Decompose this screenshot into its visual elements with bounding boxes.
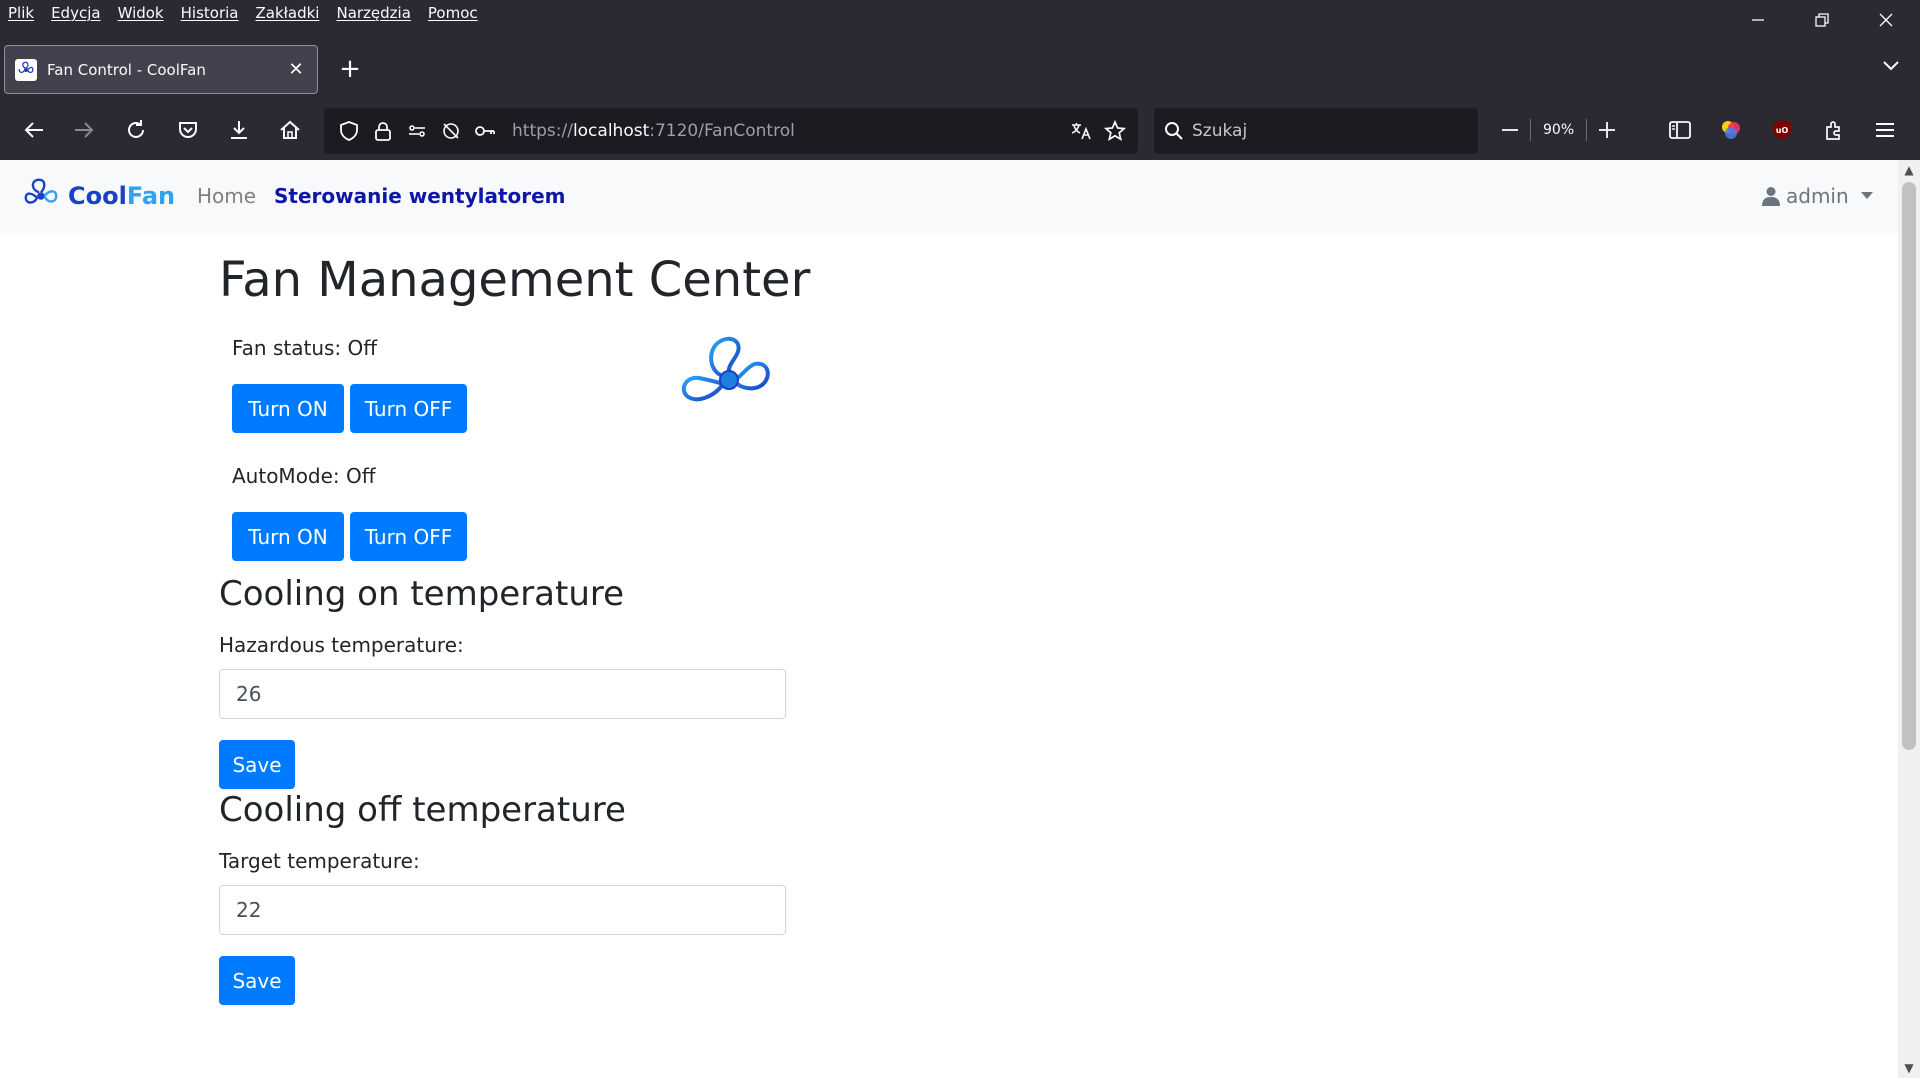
fan-turn-on-button[interactable]: Turn ON [232, 384, 344, 433]
fan-illustration-icon [681, 336, 770, 402]
menu-zakladki[interactable]: Zakładki [255, 4, 319, 22]
forward-arrow-icon [75, 122, 94, 138]
tab-fan-control[interactable]: Fan Control - CoolFan ✕ [4, 45, 318, 94]
cooling-off-heading: Cooling off temperature [219, 790, 626, 830]
zoom-level[interactable]: 90% [1530, 119, 1588, 141]
extensions-button[interactable] [1814, 110, 1854, 150]
caret-down-icon [1860, 192, 1873, 199]
home-icon [280, 120, 300, 139]
brand-fan: Fan [126, 182, 176, 210]
scroll-up-icon[interactable]: ▲ [1898, 160, 1920, 180]
hazardous-temperature-label: Hazardous temperature: [219, 633, 464, 657]
page-viewport: CoolFan Home Sterowanie wentylatorem adm… [0, 160, 1898, 1078]
hazardous-temperature-input[interactable] [219, 669, 786, 719]
back-button[interactable] [14, 110, 54, 150]
menu-bar: Plik Edycja Widok Historia Zakładki Narz… [0, 0, 1920, 26]
restore-button[interactable] [1790, 0, 1854, 40]
menu-narzedzia[interactable]: Narzędzia [336, 4, 410, 22]
url-scheme: https:// [512, 121, 573, 141]
scroll-down-icon[interactable]: ▼ [1898, 1058, 1920, 1078]
fan-favicon-icon [15, 58, 37, 81]
reload-icon [128, 120, 144, 138]
zoom-out-button[interactable] [1490, 110, 1530, 150]
target-temperature-input[interactable] [219, 885, 786, 935]
pocket-button[interactable] [168, 110, 208, 150]
url-host: localhost [572, 121, 650, 141]
automode-turn-on-button[interactable]: Turn ON [232, 512, 344, 561]
ublock-button[interactable]: uO [1762, 110, 1802, 150]
plus-icon [1599, 122, 1616, 138]
back-arrow-icon [24, 122, 43, 138]
brand-link[interactable]: CoolFan [22, 176, 175, 216]
automode-turn-off-button[interactable]: Turn OFF [350, 512, 467, 561]
save-target-button[interactable]: Save [219, 956, 295, 1005]
coolfan-logo-icon [24, 178, 58, 204]
browser-chrome: Plik Edycja Widok Historia Zakładki Narz… [0, 0, 1920, 160]
menu-pomoc[interactable]: Pomoc [428, 4, 478, 22]
minimize-icon [1752, 19, 1764, 21]
svg-text:uO: uO [1776, 126, 1789, 135]
forward-button[interactable] [64, 110, 104, 150]
close-window-button[interactable] [1854, 0, 1918, 40]
automode-status-text: AutoMode: Off [232, 464, 376, 488]
reload-button[interactable] [116, 110, 156, 150]
zoom-in-button[interactable] [1587, 110, 1627, 150]
minus-icon [1502, 129, 1518, 131]
shield-icon[interactable] [332, 114, 366, 148]
nav-home-link[interactable]: Home [197, 184, 256, 208]
restore-icon [1815, 13, 1829, 27]
zoom-controls: 90% [1490, 110, 1627, 150]
menu-plik[interactable]: Plik [8, 4, 34, 22]
address-bar[interactable]: https://localhost:7120/FanControl [324, 108, 1138, 154]
url-text[interactable]: https://localhost:7120/FanControl [512, 121, 1064, 141]
fan-turn-off-button[interactable]: Turn OFF [350, 384, 467, 433]
target-temperature-label: Target temperature: [219, 849, 420, 873]
cooling-on-heading: Cooling on temperature [219, 574, 625, 614]
translate-icon[interactable] [1064, 114, 1098, 148]
downloads-button[interactable] [219, 110, 259, 150]
menu-widok[interactable]: Widok [118, 4, 164, 22]
bookmark-star-icon[interactable] [1098, 114, 1132, 148]
key-icon[interactable] [468, 114, 502, 148]
site-navbar: CoolFan Home Sterowanie wentylatorem adm… [0, 160, 1898, 233]
new-tab-button[interactable]: + [335, 55, 365, 85]
search-input[interactable] [1192, 121, 1452, 141]
color-extension-button[interactable] [1711, 110, 1751, 150]
download-icon [231, 121, 247, 139]
url-path: :7120/FanControl [649, 121, 795, 141]
pocket-icon [179, 122, 197, 138]
brand-cool: Cool [68, 182, 127, 210]
menu-edycja[interactable]: Edycja [51, 4, 100, 22]
fan-status-text: Fan status: Off [232, 336, 378, 360]
color-picker-extension-icon [1722, 121, 1740, 139]
page-title: Fan Management Center [219, 252, 811, 308]
save-hazardous-button[interactable]: Save [219, 740, 295, 789]
tab-title: Fan Control - CoolFan [47, 60, 206, 79]
puzzle-piece-icon [1826, 121, 1840, 140]
scrollbar-thumb[interactable] [1902, 182, 1916, 750]
ublock-origin-icon: uO [1773, 120, 1791, 140]
minimize-button[interactable] [1726, 0, 1790, 40]
nav-fan-control-link[interactable]: Sterowanie wentylatorem [274, 184, 566, 208]
vertical-scrollbar[interactable]: ▲ ▼ [1898, 160, 1920, 1078]
permissions-icon[interactable] [400, 114, 434, 148]
search-icon [1165, 122, 1183, 140]
search-bar[interactable] [1154, 108, 1478, 154]
tab-list-chevron-icon[interactable] [1876, 56, 1906, 84]
lock-icon[interactable] [366, 114, 400, 148]
tracking-blocked-icon[interactable] [434, 114, 468, 148]
user-name: admin [1786, 184, 1849, 208]
home-button[interactable] [270, 110, 310, 150]
brand-name: CoolFan [68, 182, 175, 210]
menu-historia[interactable]: Historia [181, 4, 239, 22]
menu-button[interactable] [1865, 110, 1905, 150]
tab-close-icon[interactable]: ✕ [285, 59, 307, 80]
sidebar-icon [1669, 121, 1691, 139]
user-icon [1762, 187, 1780, 206]
user-menu-dropdown[interactable]: admin [1762, 184, 1873, 208]
close-icon [1879, 13, 1893, 27]
navigation-toolbar: https://localhost:7120/FanControl 90% [0, 102, 1920, 160]
hamburger-icon [1876, 123, 1894, 137]
sidebar-button[interactable] [1660, 110, 1700, 150]
